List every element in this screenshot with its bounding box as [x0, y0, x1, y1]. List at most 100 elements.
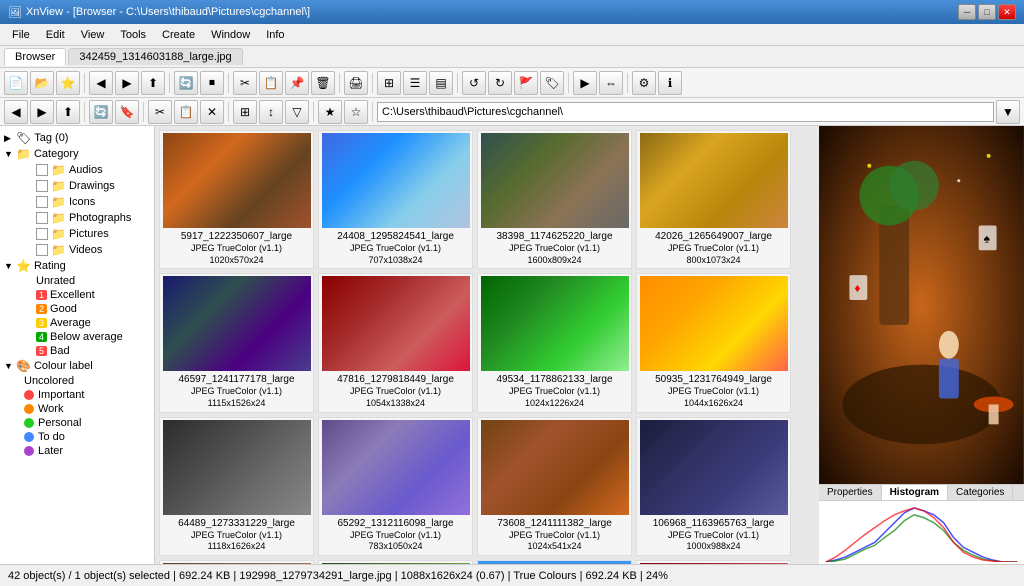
- menu-create[interactable]: Create: [154, 27, 203, 43]
- file-item[interactable]: 24408_1295824541_large JPEG TrueColor (v…: [318, 130, 473, 269]
- sidebar-item-todo[interactable]: To do: [0, 430, 154, 444]
- rotate-right-button[interactable]: ↻: [488, 71, 512, 95]
- flag-button[interactable]: 🚩: [514, 71, 538, 95]
- nav-forward-button[interactable]: ▶: [30, 100, 54, 124]
- info-button[interactable]: ℹ: [658, 71, 682, 95]
- sidebar-item-later[interactable]: Later: [0, 444, 154, 458]
- file-item[interactable]: 160022_1205695844_la... JPEG TrueColor (…: [318, 560, 473, 564]
- sidebar-item-important[interactable]: Important: [0, 388, 154, 402]
- icons-checkbox[interactable]: [36, 196, 48, 208]
- file-item[interactable]: 65292_1312116098_large JPEG TrueColor (v…: [318, 417, 473, 556]
- file-item[interactable]: 42026_1265649007_large JPEG TrueColor (v…: [636, 130, 791, 269]
- sidebar-item-excellent[interactable]: 1 Excellent: [0, 288, 154, 302]
- sidebar-rating[interactable]: ▼ ⭐ Rating: [0, 258, 154, 274]
- file-item[interactable]: 50935_1231764949_large JPEG TrueColor (v…: [636, 273, 791, 412]
- filter-button[interactable]: ▽: [285, 100, 309, 124]
- preview-tab-properties[interactable]: Properties: [819, 485, 882, 500]
- file-item[interactable]: 5917_1222350607_large JPEG TrueColor (v1…: [159, 130, 314, 269]
- sidebar-item-below-average[interactable]: 4 Below average: [0, 330, 154, 344]
- sort-button[interactable]: ↕: [259, 100, 283, 124]
- up-button[interactable]: ⬆: [141, 71, 165, 95]
- open-button[interactable]: 📂: [30, 71, 54, 95]
- file-item[interactable]: 64489_1273331229_large JPEG TrueColor (v…: [159, 417, 314, 556]
- stop-button[interactable]: ⏹: [200, 71, 224, 95]
- print-button[interactable]: 🖨: [344, 71, 368, 95]
- sidebar-item-icons[interactable]: 📁 Icons: [0, 194, 154, 210]
- sidebar-item-unrated[interactable]: Unrated: [0, 274, 154, 288]
- favorites-button[interactable]: ⭐: [56, 71, 80, 95]
- maximize-button[interactable]: □: [978, 4, 996, 20]
- menu-window[interactable]: Window: [203, 27, 258, 43]
- back-button[interactable]: ◀: [89, 71, 113, 95]
- refresh-button[interactable]: 🔄: [174, 71, 198, 95]
- delete2-button[interactable]: ✕: [200, 100, 224, 124]
- rotate-left-button[interactable]: ↺: [462, 71, 486, 95]
- audios-checkbox[interactable]: [36, 164, 48, 176]
- tab-file[interactable]: 342459_1314603188_large.jpg: [68, 48, 242, 65]
- file-item[interactable]: 73608_1241111382_large JPEG TrueColor (v…: [477, 417, 632, 556]
- menu-edit[interactable]: Edit: [38, 27, 73, 43]
- videos-checkbox[interactable]: [36, 244, 48, 256]
- menu-tools[interactable]: Tools: [112, 27, 154, 43]
- file-item[interactable]: 47816_1279818449_large JPEG TrueColor (v…: [318, 273, 473, 412]
- pictures-checkbox[interactable]: [36, 228, 48, 240]
- photographs-checkbox[interactable]: [36, 212, 48, 224]
- sidebar-item-average[interactable]: 3 Average: [0, 316, 154, 330]
- sidebar-tag[interactable]: ▶ 🏷 Tag (0): [0, 130, 154, 146]
- nav-up-button[interactable]: ⬆: [56, 100, 80, 124]
- address-bar[interactable]: C:\Users\thibaud\Pictures\cgchannel\: [377, 102, 994, 122]
- settings-button[interactable]: ⚙: [632, 71, 656, 95]
- copy2-button[interactable]: 📋: [174, 100, 198, 124]
- tab-browser[interactable]: Browser: [4, 48, 66, 66]
- tab-bar: Browser 342459_1314603188_large.jpg: [0, 46, 1024, 68]
- sidebar-item-audios[interactable]: 📁 Audios: [0, 162, 154, 178]
- minimize-button[interactable]: ─: [958, 4, 976, 20]
- nav-back-button[interactable]: ◀: [4, 100, 28, 124]
- label-button[interactable]: 🏷: [540, 71, 564, 95]
- file-item[interactable]: 125841_1166714058_la... JPEG TrueColor (…: [159, 560, 314, 564]
- menu-file[interactable]: File: [4, 27, 38, 43]
- copy-button[interactable]: 📋: [259, 71, 283, 95]
- cut2-button[interactable]: ✂: [148, 100, 172, 124]
- file-item[interactable]: 38398_1174625220_large JPEG TrueColor (v…: [477, 130, 632, 269]
- view-detail-button[interactable]: ▤: [429, 71, 453, 95]
- view-list-button[interactable]: ☰: [403, 71, 427, 95]
- paste-button[interactable]: 📌: [285, 71, 309, 95]
- file-item[interactable]: 106968_1163965763_large JPEG TrueColor (…: [636, 417, 791, 556]
- sidebar-item-photographs[interactable]: 📁 Photographs: [0, 210, 154, 226]
- sidebar-category[interactable]: ▼ 📁 Category: [0, 146, 154, 162]
- path-dropdown[interactable]: ▼: [996, 100, 1020, 124]
- file-item[interactable]: 49534_1178862133_large JPEG TrueColor (v…: [477, 273, 632, 412]
- menu-view[interactable]: View: [73, 27, 113, 43]
- file-item[interactable]: 46597_1241177178_large JPEG TrueColor (v…: [159, 273, 314, 412]
- compare-button[interactable]: ⇔: [599, 71, 623, 95]
- sidebar-item-personal[interactable]: Personal: [0, 416, 154, 430]
- sidebar-item-drawings[interactable]: 📁 Drawings: [0, 178, 154, 194]
- sidebar-item-videos[interactable]: 📁 Videos: [0, 242, 154, 258]
- sidebar-item-pictures[interactable]: 📁 Pictures: [0, 226, 154, 242]
- sidebar-item-work[interactable]: Work: [0, 402, 154, 416]
- view-thumb-button[interactable]: ⊞: [377, 71, 401, 95]
- close-button[interactable]: ✕: [998, 4, 1016, 20]
- delete-button[interactable]: 🗑: [311, 71, 335, 95]
- preview-tab-histogram[interactable]: Histogram: [882, 485, 948, 500]
- preview-tab-categories[interactable]: Categories: [948, 485, 1013, 500]
- drawings-checkbox[interactable]: [36, 180, 48, 192]
- grid-button[interactable]: ⊞: [233, 100, 257, 124]
- new-button[interactable]: 📄: [4, 71, 28, 95]
- menu-info[interactable]: Info: [258, 27, 292, 43]
- file-item-selected[interactable]: 192998_1279734291_la... JPEG TrueColor (…: [477, 560, 632, 564]
- cut-button[interactable]: ✂: [233, 71, 257, 95]
- star-button[interactable]: ★: [318, 100, 342, 124]
- file-browser[interactable]: 5917_1222350607_large JPEG TrueColor (v1…: [155, 126, 819, 564]
- slideshow-button[interactable]: ▶: [573, 71, 597, 95]
- sidebar-colour-label[interactable]: ▼ 🎨 Colour label: [0, 358, 154, 374]
- file-item[interactable]: 193080_1180812449_la... JPEG TrueColor (…: [636, 560, 791, 564]
- bookmark-button[interactable]: 🔖: [115, 100, 139, 124]
- forward-button[interactable]: ▶: [115, 71, 139, 95]
- sidebar-item-uncolored[interactable]: Uncolored: [0, 374, 154, 388]
- sidebar-item-bad[interactable]: 5 Bad: [0, 344, 154, 358]
- sync-button[interactable]: 🔄: [89, 100, 113, 124]
- sidebar-item-good[interactable]: 2 Good: [0, 302, 154, 316]
- rate-button[interactable]: ☆: [344, 100, 368, 124]
